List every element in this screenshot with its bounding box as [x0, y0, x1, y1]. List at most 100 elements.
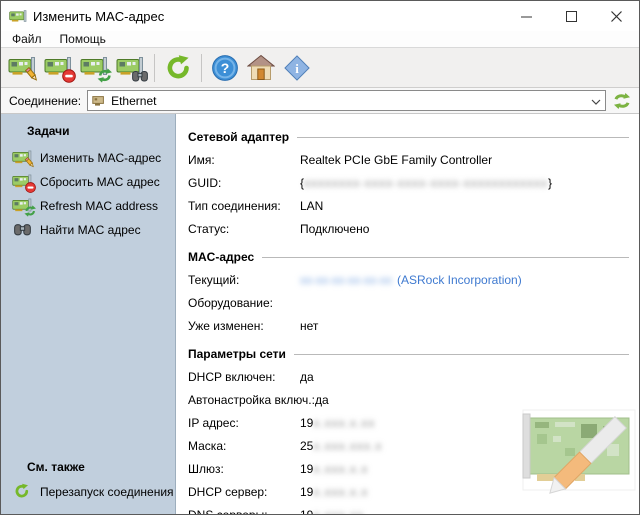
home-button[interactable] — [243, 51, 279, 85]
field-row-guid: GUID: {xxxxxxxx-xxxx-xxxx-xxxx-xxxxxxxxx… — [188, 171, 629, 194]
toolbar-separator — [154, 53, 155, 82]
field-row-dhcp-server: DHCP сервер: 19 x.xxx.x.x — [188, 480, 629, 503]
maximize-icon — [566, 10, 577, 22]
sidebar-item-change-mac[interactable]: Изменить MAC-адрес — [1, 146, 175, 170]
refresh-mac-button[interactable] — [77, 51, 113, 85]
field-label: Тип соединения: — [188, 198, 281, 213]
section-divider — [293, 353, 629, 355]
see-also-panel: См. также Перезапуск соединения — [1, 460, 175, 504]
field-label: IP адрес: — [188, 415, 239, 430]
refresh-connections-button[interactable] — [611, 91, 633, 111]
field-value: 19x.xxx.xx — [300, 508, 364, 515]
adapter-icon — [92, 95, 104, 106]
field-row-status: Статус: Подключено — [188, 217, 629, 240]
about-button[interactable]: i — [279, 51, 315, 85]
sidebar-item-label: Перезапуск соединения — [40, 485, 174, 499]
field-row-name: Имя: Realtek PCIe GbE Family Controller — [188, 148, 629, 171]
field-label: Автонастройка включ.: — [188, 392, 315, 407]
app-window: Изменить MAC-адрес Файл Помощь ? i Соеди… — [0, 0, 640, 515]
field-label: Оборудование: — [188, 295, 273, 310]
connection-bar: Соединение: Ethernet — [1, 88, 639, 114]
restart-connection-button[interactable] — [160, 51, 196, 85]
masked-dns: x.xxx.xx — [313, 508, 364, 515]
sidebar-item-label: Сбросить MAC адрес — [40, 175, 160, 189]
field-row-changed: Уже изменен: нет — [188, 314, 629, 337]
help-button[interactable]: ? — [207, 51, 243, 85]
nic-reset-icon — [44, 54, 76, 83]
masked-gateway: x.xxx.x.x — [313, 461, 369, 476]
connection-label: Соединение: — [9, 93, 82, 108]
nic-edit-icon — [8, 54, 39, 82]
about-icon: i — [284, 54, 310, 81]
section-divider — [297, 136, 629, 138]
menu-file[interactable]: Файл — [3, 31, 51, 47]
home-icon — [247, 54, 275, 80]
sidebar-item-find-mac[interactable]: Найти MAC адрес — [1, 218, 175, 242]
sidebar-item-label: Найти MAC адрес — [40, 223, 141, 237]
field-row-gateway: Шлюз: 19 x.xxx.x.x — [188, 457, 629, 480]
change-mac-button[interactable] — [5, 51, 41, 85]
reset-mac-button[interactable] — [41, 51, 77, 85]
field-label: Шлюз: — [188, 461, 224, 476]
minimize-button[interactable] — [504, 1, 549, 31]
minimize-icon — [521, 16, 532, 17]
sidebar-item-label: Refresh MAC address — [40, 199, 159, 213]
task-panel: Задачи Изменить MAC-адрес Сбросить MAC а… — [1, 114, 176, 514]
section-title: MAC-адрес — [188, 250, 255, 264]
menu-bar: Файл Помощь — [1, 31, 639, 48]
title-bar: Изменить MAC-адрес — [1, 1, 639, 31]
masked-mac: xx-xx-xx-xx-xx-xx — [300, 272, 392, 287]
chevron-down-icon[interactable] — [591, 92, 601, 110]
svg-text:?: ? — [221, 60, 230, 76]
find-mac-button[interactable] — [113, 51, 149, 85]
see-also-heading: См. также — [27, 460, 85, 474]
vendor-link[interactable]: (ASRock Incorporation) — [397, 273, 522, 287]
close-icon — [611, 10, 622, 22]
section-header-mac: MAC-адрес — [188, 246, 629, 268]
field-label: DHCP включен: — [188, 369, 276, 384]
field-label: GUID: — [188, 175, 222, 190]
field-value: LAN — [300, 198, 324, 213]
masked-ip: x.xxx.x.xx — [313, 415, 376, 430]
field-value: 19 x.xxx.x.xx — [300, 415, 376, 430]
sidebar-item-restart-connection[interactable]: Перезапуск соединения — [1, 480, 175, 504]
section-title: Сетевой адаптер — [188, 130, 290, 144]
field-value: да — [300, 369, 314, 384]
close-button[interactable] — [594, 1, 639, 31]
svg-text:i: i — [295, 61, 299, 76]
restart-connection-icon — [165, 54, 192, 81]
sidebar-item-label: Изменить MAC-адрес — [40, 151, 162, 165]
toolbar: ? i — [1, 48, 639, 88]
refresh-icon — [12, 483, 34, 501]
field-label: DHCP сервер: — [188, 484, 268, 499]
field-value: {xxxxxxxx-xxxx-xxxx-xxxx-xxxxxxxxxxxx} — [300, 175, 553, 190]
field-row-dns: DNS серверы: 19x.xxx.xx — [188, 503, 629, 515]
sidebar-item-refresh-mac[interactable]: Refresh MAC address — [1, 194, 175, 218]
field-value: xx-xx-xx-xx-xx-xx (ASRock Incorporation) — [300, 273, 522, 287]
section-divider — [262, 256, 629, 258]
help-icon: ? — [212, 54, 238, 81]
field-row-mask: Маска: 25 x.xxx.xxx.x — [188, 434, 629, 457]
masked-guid: xxxxxxxx-xxxx-xxxx-xxxx-xxxxxxxxxxxx — [304, 175, 548, 190]
details-pane: Сетевой адаптер Имя: Realtek PCIe GbE Fa… — [176, 114, 639, 514]
nic-refresh-icon — [80, 54, 112, 83]
field-value: нет — [300, 318, 319, 333]
section-header-adapter: Сетевой адаптер — [188, 126, 629, 148]
field-row-dhcp-enabled: DHCP включен: да — [188, 365, 629, 388]
field-label: Текущий: — [188, 272, 240, 287]
field-row-current-mac: Текущий: xx-xx-xx-xx-xx-xx (ASRock Incorp… — [188, 268, 629, 291]
field-value: Realtek PCIe GbE Family Controller — [300, 152, 493, 167]
app-icon — [9, 10, 27, 22]
masked-mask: x.xxx.xxx.x — [313, 438, 383, 453]
field-label: Статус: — [188, 221, 230, 236]
sync-icon — [613, 92, 631, 109]
nic-reset-icon — [12, 173, 36, 193]
sidebar-item-reset-mac[interactable]: Сбросить MAC адрес — [1, 170, 175, 194]
menu-help[interactable]: Помощь — [51, 31, 115, 47]
field-value: 19 x.xxx.x.x — [300, 484, 369, 499]
maximize-button[interactable] — [549, 1, 594, 31]
connection-combobox[interactable]: Ethernet — [87, 90, 606, 111]
field-row-ip: IP адрес: 19 x.xxx.x.xx — [188, 411, 629, 434]
field-row-hardware-mac: Оборудование: — [188, 291, 629, 314]
window-title: Изменить MAC-адрес — [33, 8, 165, 24]
